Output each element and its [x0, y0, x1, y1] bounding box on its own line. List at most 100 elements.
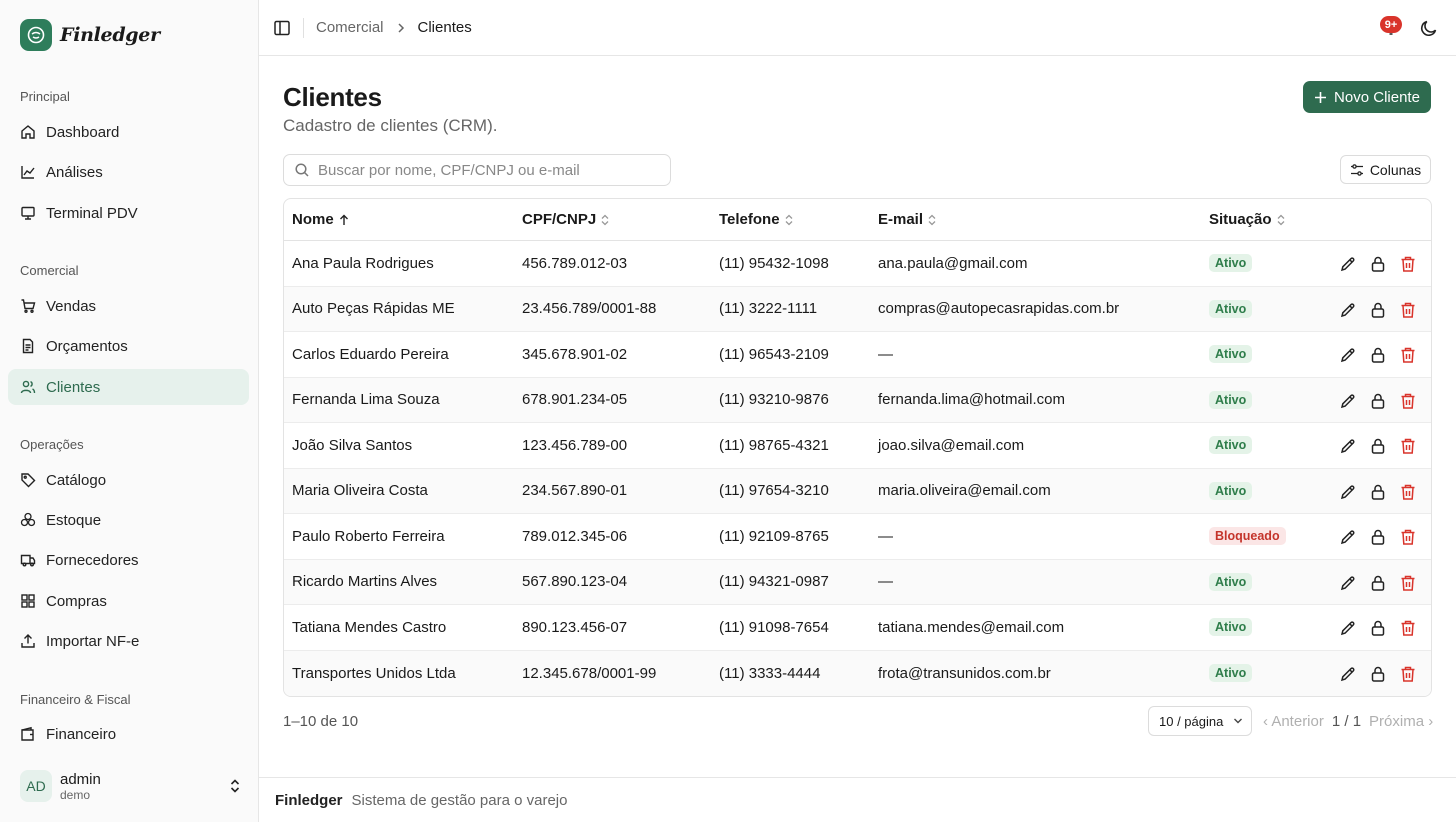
table-row[interactable]: João Silva Santos 123.456.789-00 (11) 9876… [284, 423, 1431, 469]
status-badge: Ativo [1209, 254, 1253, 273]
cell-nome: Auto Peças Rápidas ME [292, 300, 455, 318]
edit-icon[interactable] [1339, 574, 1357, 592]
edit-icon[interactable] [1339, 437, 1357, 455]
sidebar-item-vendas[interactable]: Vendas [8, 288, 249, 324]
clients-table: Nome CPF/CNPJ Telefone E-mail Situação A… [283, 198, 1432, 697]
lock-icon[interactable] [1369, 437, 1387, 455]
cell-email: joao.silva@email.com [878, 436, 1025, 454]
col-header-nome[interactable]: Nome [292, 211, 350, 228]
per-page-select[interactable]: 10 / página [1148, 706, 1252, 736]
edit-icon[interactable] [1339, 301, 1357, 319]
user-menu[interactable]: AD admin demo [20, 768, 242, 804]
edit-icon[interactable] [1339, 392, 1357, 410]
table-row[interactable]: Ana Paula Rodrigues 456.789.012-03 (11) 95… [284, 241, 1431, 287]
lock-icon[interactable] [1369, 619, 1387, 637]
brand[interactable]: Finledger [20, 19, 160, 51]
trash-icon[interactable] [1399, 392, 1417, 410]
table-row[interactable]: Tatiana Mendes Castro 890.123.456-07 (11) … [284, 605, 1431, 651]
prev-page-button[interactable]: ‹ Anterior [1263, 713, 1324, 730]
topbar: Comercial Clientes 9+ [259, 0, 1456, 56]
col-header-email[interactable]: E-mail [878, 211, 937, 228]
sidebar-item-dashboard[interactable]: Dashboard [8, 114, 249, 150]
cell-nome: Fernanda Lima Souza [292, 391, 440, 409]
search-input[interactable] [318, 161, 658, 179]
sidebar-item-estoque[interactable]: Estoque [8, 502, 249, 538]
edit-icon[interactable] [1339, 528, 1357, 546]
columns-button[interactable]: Colunas [1340, 155, 1431, 184]
status-badge: Ativo [1209, 345, 1253, 364]
sidebar-item-catalogo[interactable]: Catálogo [8, 462, 249, 498]
nav-group-label: Principal [20, 89, 70, 104]
cell-email: frota@transunidos.com.br [878, 664, 1051, 682]
trash-icon[interactable] [1399, 574, 1417, 592]
cell-email: maria.oliveira@email.com [878, 482, 1051, 500]
trash-icon[interactable] [1399, 665, 1417, 683]
cell-cpf-cnpj: 123.456.789-00 [522, 436, 628, 454]
edit-icon[interactable] [1339, 255, 1357, 273]
sidebar-item-terminal-pdv[interactable]: Terminal PDV [8, 195, 249, 231]
edit-icon[interactable] [1339, 619, 1357, 637]
sidebar-item-label: Compras [46, 592, 107, 610]
sidebar-item-orcamentos[interactable]: Orçamentos [8, 328, 249, 364]
sidebar: Finledger Principal Dashboard Análises T… [0, 0, 259, 822]
sort-icon [1277, 214, 1284, 225]
cell-telefone: (11) 98765-4321 [719, 436, 829, 454]
per-page-value: 10 / página [1159, 713, 1224, 729]
col-header-telefone[interactable]: Telefone [719, 211, 794, 228]
sidebar-item-label: Vendas [46, 297, 97, 315]
table-row[interactable]: Auto Peças Rápidas ME 23.456.789/0001-88 (… [284, 286, 1431, 332]
breadcrumb-comercial[interactable]: Comercial [316, 19, 384, 36]
chevron-down-icon [1234, 718, 1242, 724]
lock-icon[interactable] [1369, 528, 1387, 546]
line-chart-icon [21, 166, 35, 179]
sidebar-item-clientes[interactable]: Clientes [8, 369, 249, 405]
moon-icon[interactable] [1419, 18, 1439, 38]
lock-icon[interactable] [1369, 346, 1387, 364]
home-icon [21, 125, 35, 139]
lock-icon[interactable] [1369, 392, 1387, 410]
col-header-situacao[interactable]: Situação [1209, 211, 1286, 228]
table-row[interactable]: Paulo Roberto Ferreira 789.012.345-06 (11)… [284, 514, 1431, 560]
cell-cpf-cnpj: 890.123.456-07 [522, 618, 628, 636]
sidebar-item-label: Importar NF-e [46, 632, 140, 650]
user-name: admin [60, 770, 101, 788]
chevron-right-icon [397, 22, 404, 33]
trash-icon[interactable] [1399, 528, 1417, 546]
table-row[interactable]: Carlos Eduardo Pereira 345.678.901-02 (11)… [284, 332, 1431, 378]
sidebar-item-fornecedores[interactable]: Fornecedores [8, 542, 249, 578]
trash-icon[interactable] [1399, 301, 1417, 319]
sidebar-item-compras[interactable]: Compras [8, 583, 249, 619]
new-client-button[interactable]: Novo Cliente [1303, 81, 1431, 113]
edit-icon[interactable] [1339, 665, 1357, 683]
trash-icon[interactable] [1399, 346, 1417, 364]
sidebar-item-financeiro[interactable]: Financeiro [8, 716, 249, 752]
sidebar-item-analises[interactable]: Análises [8, 154, 249, 190]
sidebar-toggle-icon[interactable] [273, 19, 291, 37]
cell-email: tatiana.mendes@email.com [878, 618, 1065, 636]
cell-nome: Transportes Unidos Ltda [292, 664, 456, 682]
trash-icon[interactable] [1399, 619, 1417, 637]
table-row[interactable]: Transportes Unidos Ltda 12.345.678/0001-9… [284, 650, 1431, 696]
pagination: ‹ Anterior 1 / 1 Próxima › [1263, 713, 1433, 730]
lock-icon[interactable] [1369, 255, 1387, 273]
page-subtitle: Cadastro de clientes (CRM). [283, 116, 498, 135]
notification-badge: 9+ [1380, 16, 1402, 33]
lock-icon[interactable] [1369, 301, 1387, 319]
trash-icon[interactable] [1399, 255, 1417, 273]
cell-email: — [878, 527, 893, 545]
lock-icon[interactable] [1369, 665, 1387, 683]
edit-icon[interactable] [1339, 346, 1357, 364]
lock-icon[interactable] [1369, 574, 1387, 592]
col-header-cpf-cnpj[interactable]: CPF/CNPJ [522, 211, 610, 228]
table-row[interactable]: Maria Oliveira Costa 234.567.890-01 (11) 9… [284, 468, 1431, 514]
edit-icon[interactable] [1339, 483, 1357, 501]
cell-telefone: (11) 93210-9876 [719, 391, 829, 409]
table-row[interactable]: Ricardo Martins Alves 567.890.123-04 (11) … [284, 559, 1431, 605]
lock-icon[interactable] [1369, 483, 1387, 501]
next-page-button[interactable]: Próxima › [1369, 713, 1433, 730]
sidebar-item-importar-nfe[interactable]: Importar NF-e [8, 623, 249, 659]
trash-icon[interactable] [1399, 437, 1417, 455]
table-row[interactable]: Fernanda Lima Souza 678.901.234-05 (11) 93… [284, 377, 1431, 423]
cell-cpf-cnpj: 12.345.678/0001-99 [522, 664, 657, 682]
trash-icon[interactable] [1399, 483, 1417, 501]
